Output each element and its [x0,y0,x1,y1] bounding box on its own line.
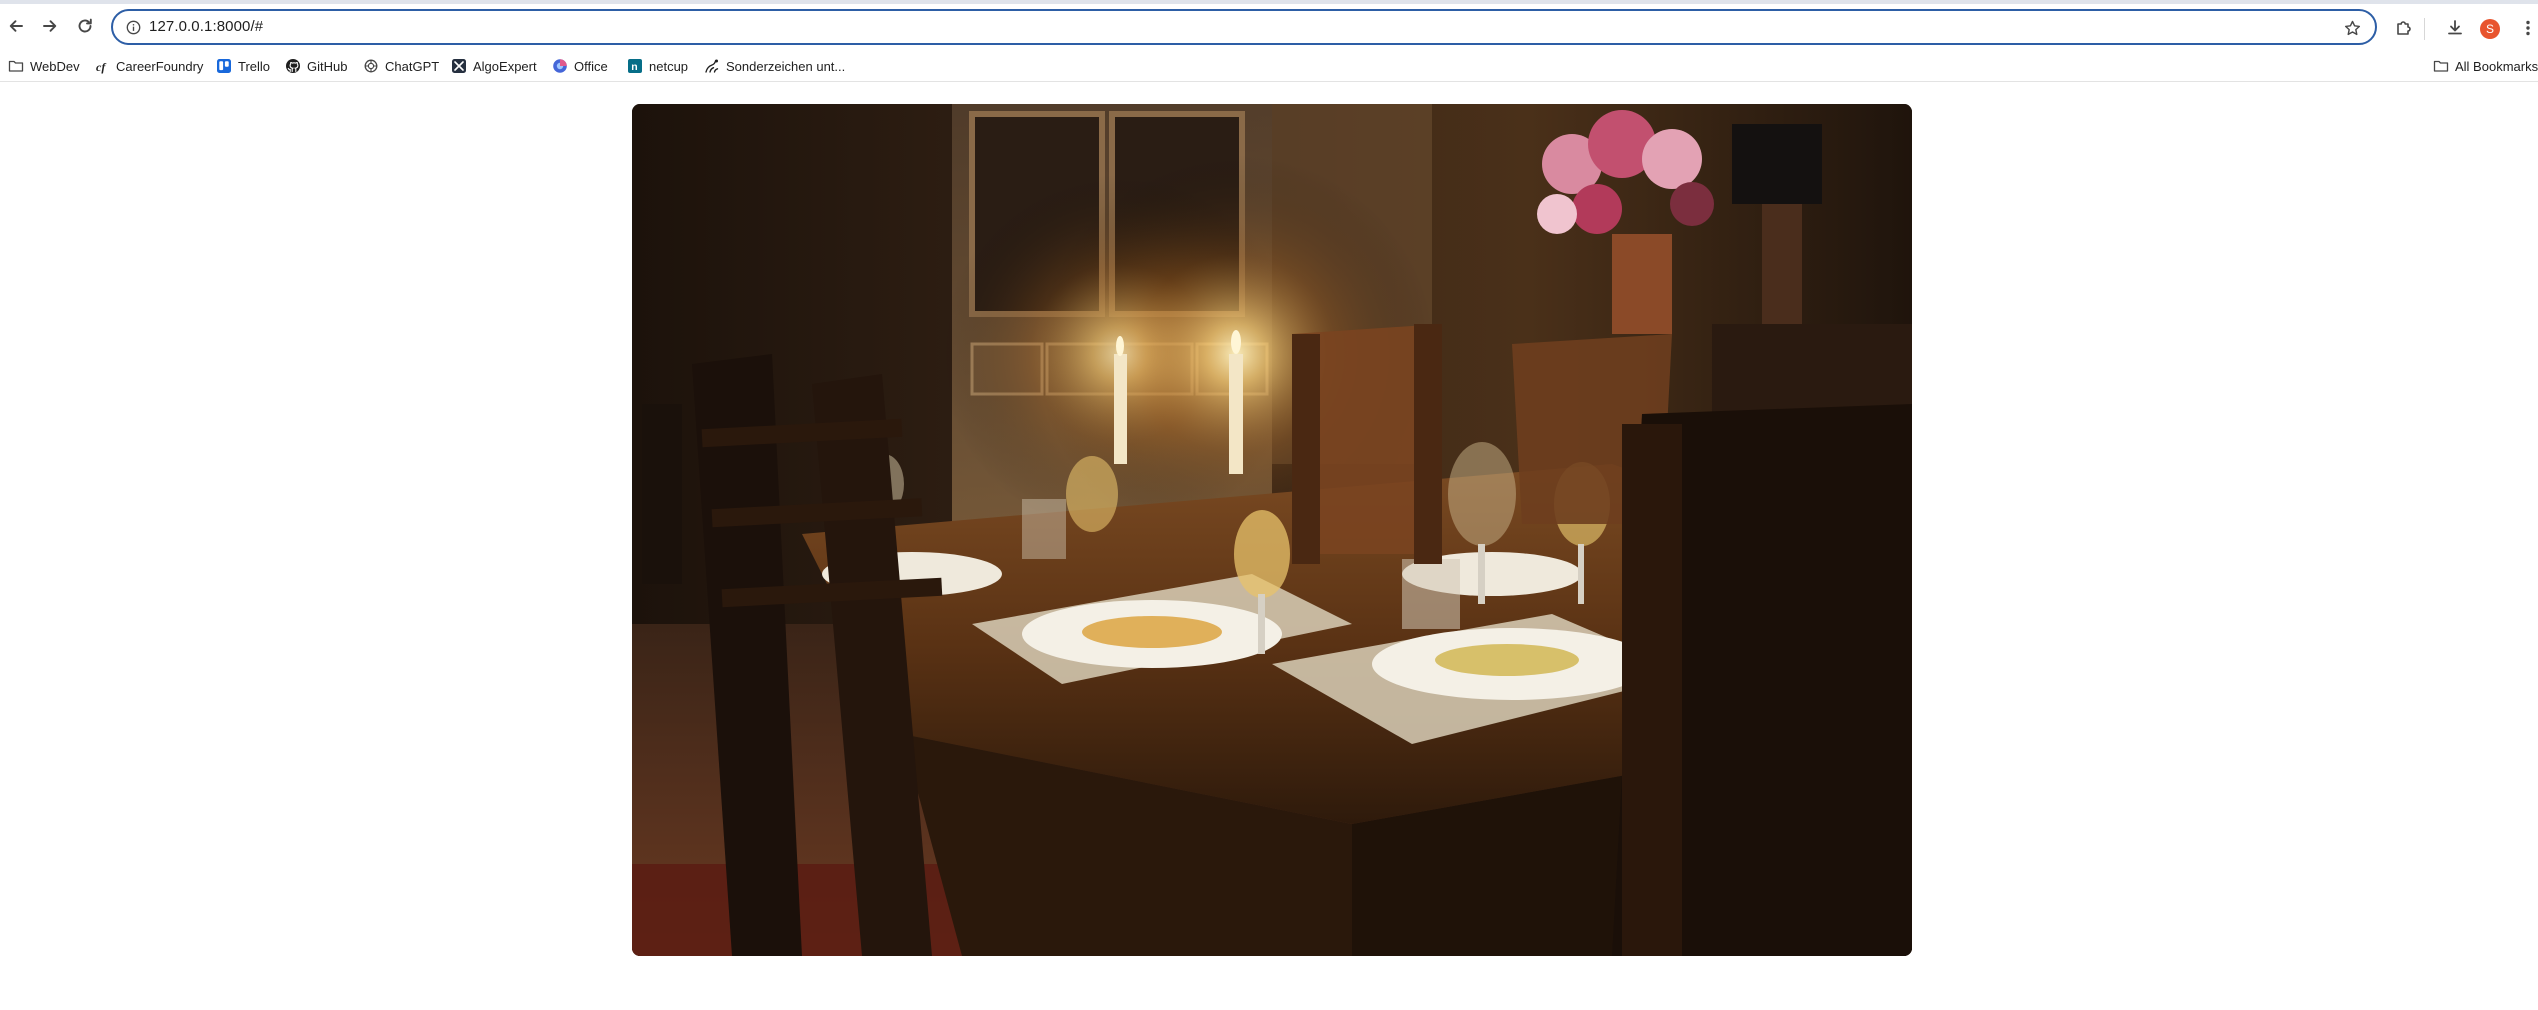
bookmark-label: Office [574,58,608,74]
bookmark-label: Trello [238,58,271,74]
dining-table-photo [632,104,1912,956]
bookmark-label: netcup [649,58,689,74]
bookmark-careerfoundry[interactable]: cf CareerFoundry [94,54,203,78]
svg-text:cf: cf [96,60,106,74]
folder-icon [2433,58,2449,74]
bookmark-sonderzeichen[interactable]: Sonderzeichen unt... [704,54,845,78]
back-button[interactable] [0,12,32,44]
browser-toolbar: 127.0.0.1:8000/# S [0,4,2538,50]
algoexpert-icon [451,58,467,74]
download-icon[interactable] [2441,14,2469,42]
chatgpt-icon [363,58,379,74]
netcup-icon: n [627,58,643,74]
page-content [0,83,2538,1010]
avatar[interactable]: S [2480,19,2500,39]
info-icon[interactable] [123,17,143,37]
bookmark-trello[interactable]: Trello [216,54,270,78]
kebab-menu-icon[interactable] [2514,14,2538,42]
arrow-left-icon [6,16,26,41]
folder-icon [8,58,24,74]
bookmark-label: Sonderzeichen unt... [726,58,846,74]
bookmark-algoexpert[interactable]: AlgoExpert [451,54,537,78]
careerfoundry-icon: cf [94,58,110,74]
url-text[interactable]: 127.0.0.1:8000/# [149,18,263,35]
bookmark-office[interactable]: Office [552,54,608,78]
sonderzeichen-icon [704,58,720,74]
address-bar[interactable]: 127.0.0.1:8000/# [111,9,2377,45]
bookmark-label: ChatGPT [385,58,440,74]
bookmark-github[interactable]: GitHub [285,54,347,78]
svg-text:n: n [631,61,637,73]
bookmarks-bar: WebDev cf CareerFoundry Trello GitHub Ch… [0,50,2538,82]
toolbar-divider [2424,18,2425,40]
arrow-right-icon [40,16,60,41]
bookmark-label: AlgoExpert [473,58,537,74]
bookmark-netcup[interactable]: n netcup [627,54,688,78]
forward-button[interactable] [34,12,66,44]
bookmark-webdev[interactable]: WebDev [8,54,80,78]
reload-button[interactable] [69,12,101,44]
all-bookmarks-label: All Bookmarks [2455,58,2538,74]
trello-icon [216,58,232,74]
github-icon [285,58,301,74]
bookmark-label: GitHub [307,58,348,74]
star-icon[interactable] [2341,17,2363,39]
all-bookmarks-button[interactable]: All Bookmarks [2433,54,2538,78]
bookmark-label: CareerFoundry [116,58,204,74]
office-icon [552,58,568,74]
reload-icon [75,16,95,41]
bookmark-chatgpt[interactable]: ChatGPT [363,54,439,78]
puzzle-icon[interactable] [2390,14,2418,42]
bookmark-label: WebDev [30,58,80,74]
